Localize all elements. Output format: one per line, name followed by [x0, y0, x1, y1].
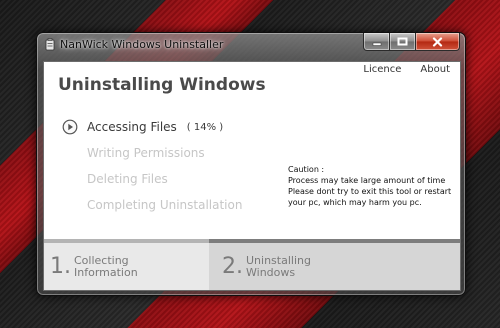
caution-line: Process may take large amount of time [288, 176, 446, 185]
step-deleting-files: Deleting Files [87, 172, 168, 186]
step-label: Accessing Files [87, 120, 177, 134]
step-progress-percent: ( 14% ) [186, 121, 224, 133]
wizard-step-number: 2. [222, 254, 243, 279]
uninstaller-window: NanWick Windows Uninstaller Licence Abou… [36, 32, 466, 296]
window-title: NanWick Windows Uninstaller [60, 38, 224, 51]
wizard-step-number: 1. [50, 254, 71, 279]
title-bar[interactable]: NanWick Windows Uninstaller [37, 33, 465, 57]
window-controls [363, 33, 460, 51]
step-accessing-files: Accessing Files ( 14% ) [62, 114, 242, 140]
step-writing-permissions: Writing Permissions [87, 146, 205, 160]
step-list: Accessing Files ( 14% ) Writing Permissi… [62, 114, 242, 218]
wizard-step-label: Uninstalling Windows [246, 253, 311, 279]
maximize-button[interactable] [390, 33, 416, 51]
minimize-button[interactable] [363, 33, 390, 51]
client-area: Licence About Uninstalling Windows Acces… [43, 61, 461, 291]
close-icon [432, 36, 443, 47]
minimize-icon [372, 42, 381, 46]
maximize-icon [397, 37, 408, 46]
about-link[interactable]: About [420, 64, 450, 75]
caution-heading: Caution : [288, 165, 325, 174]
top-links: Licence About [363, 64, 450, 75]
play-circle-icon [62, 119, 78, 135]
page-title: Uninstalling Windows [58, 75, 266, 95]
wizard-step-uninstalling-windows: 2. Uninstalling Windows [209, 243, 460, 290]
caution-notice: Caution : Process may take large amount … [288, 164, 458, 208]
caution-line: Please dont try to exit this tool or res… [288, 187, 452, 196]
licence-link[interactable]: Licence [363, 64, 401, 75]
wizard-step-label-line: Information [74, 265, 138, 279]
step-completing-uninstallation: Completing Uninstallation [87, 198, 243, 212]
wizard-step-label-line: Uninstalling [246, 253, 311, 267]
wizard-step-label: Collecting Information [74, 253, 138, 279]
wizard-progress-bar: 1. Collecting Information 2. Uninstallin… [44, 239, 460, 290]
wizard-step-label-line: Collecting [74, 253, 129, 267]
close-button[interactable] [416, 33, 460, 51]
wizard-step-label-line: Windows [246, 265, 296, 279]
app-icon [45, 38, 55, 51]
caution-line: your pc, which may harm you pc. [288, 198, 422, 207]
wizard-step-collecting-information: 1. Collecting Information [44, 243, 209, 290]
